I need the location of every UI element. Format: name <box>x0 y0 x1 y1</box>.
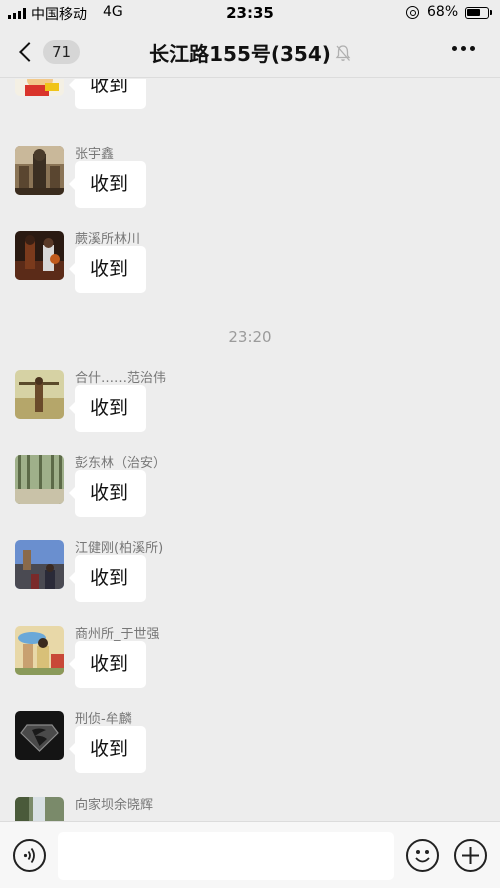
message-bubble[interactable]: 收到 <box>69 161 146 208</box>
sender-name: 江健刚(柏溪所) <box>75 541 164 556</box>
message-list[interactable]: 收到 张宇鑫 收到 蕨溪所林川 收到 23:20 合什……范治伟 收到 彭东林（… <box>0 79 500 821</box>
sender-avatar[interactable] <box>15 540 64 589</box>
rotation-lock-icon <box>406 6 419 19</box>
message-item: 收到 <box>15 79 485 137</box>
message-item: 向家坝余晓辉 <box>15 797 485 821</box>
muted-bell-icon <box>335 44 351 62</box>
message-text-input[interactable] <box>58 832 394 880</box>
message-input-bar <box>0 821 500 888</box>
message-bubble[interactable]: 收到 <box>69 246 146 293</box>
sender-avatar[interactable] <box>15 455 64 504</box>
message-bubble[interactable]: 收到 <box>69 470 146 517</box>
message-item: 蕨溪所林川 收到 <box>15 231 485 321</box>
more-features-button[interactable] <box>454 839 487 872</box>
status-time: 23:35 <box>226 4 274 22</box>
more-options-button[interactable] <box>452 46 475 51</box>
message-item: 合什……范治伟 收到 <box>15 370 485 460</box>
battery-icon <box>465 7 489 19</box>
sender-avatar[interactable] <box>15 231 64 280</box>
battery-percentage: 68% <box>427 4 459 20</box>
sender-name: 蕨溪所林川 <box>75 232 141 247</box>
sender-avatar[interactable] <box>15 626 64 675</box>
sender-name: 合什……范治伟 <box>75 371 167 386</box>
sender-avatar[interactable] <box>15 79 64 96</box>
sender-name: 彭东林（治安） <box>75 456 167 471</box>
message-item: 江健刚(柏溪所) 收到 <box>15 540 485 630</box>
voice-input-button[interactable] <box>13 839 46 872</box>
message-bubble[interactable]: 收到 <box>69 726 146 773</box>
sender-name: 刑侦-牟麟 <box>75 712 132 727</box>
chat-title: 长江路155号(354) <box>0 38 500 67</box>
chat-title-text: 长江路155号(354) <box>149 42 331 66</box>
sender-avatar[interactable] <box>15 797 64 821</box>
sender-avatar[interactable] <box>15 370 64 419</box>
status-bar: 中国移动 4G 23:35 68% <box>0 0 500 26</box>
sender-name: 张宇鑫 <box>75 147 115 162</box>
message-item: 张宇鑫 收到 <box>15 146 485 236</box>
sender-name: 向家坝余晓辉 <box>75 798 154 813</box>
message-bubble[interactable]: 收到 <box>69 641 146 688</box>
message-item: 刑侦-牟麟 收到 <box>15 711 485 801</box>
emoji-button[interactable] <box>406 839 439 872</box>
sender-avatar[interactable] <box>15 146 64 195</box>
message-bubble[interactable]: 收到 <box>69 79 146 109</box>
chat-header: 71 长江路155号(354) <box>0 26 500 78</box>
smiley-icon <box>415 850 430 863</box>
message-item: 商州所_于世强 收到 <box>15 626 485 716</box>
voice-icon <box>23 847 35 864</box>
message-timestamp: 23:20 <box>228 328 272 346</box>
sender-avatar[interactable] <box>15 711 64 760</box>
message-item: 彭东林（治安） 收到 <box>15 455 485 545</box>
message-bubble[interactable]: 收到 <box>69 555 146 602</box>
message-bubble[interactable]: 收到 <box>69 385 146 432</box>
plus-icon <box>462 847 479 864</box>
sender-name: 商州所_于世强 <box>75 627 160 642</box>
